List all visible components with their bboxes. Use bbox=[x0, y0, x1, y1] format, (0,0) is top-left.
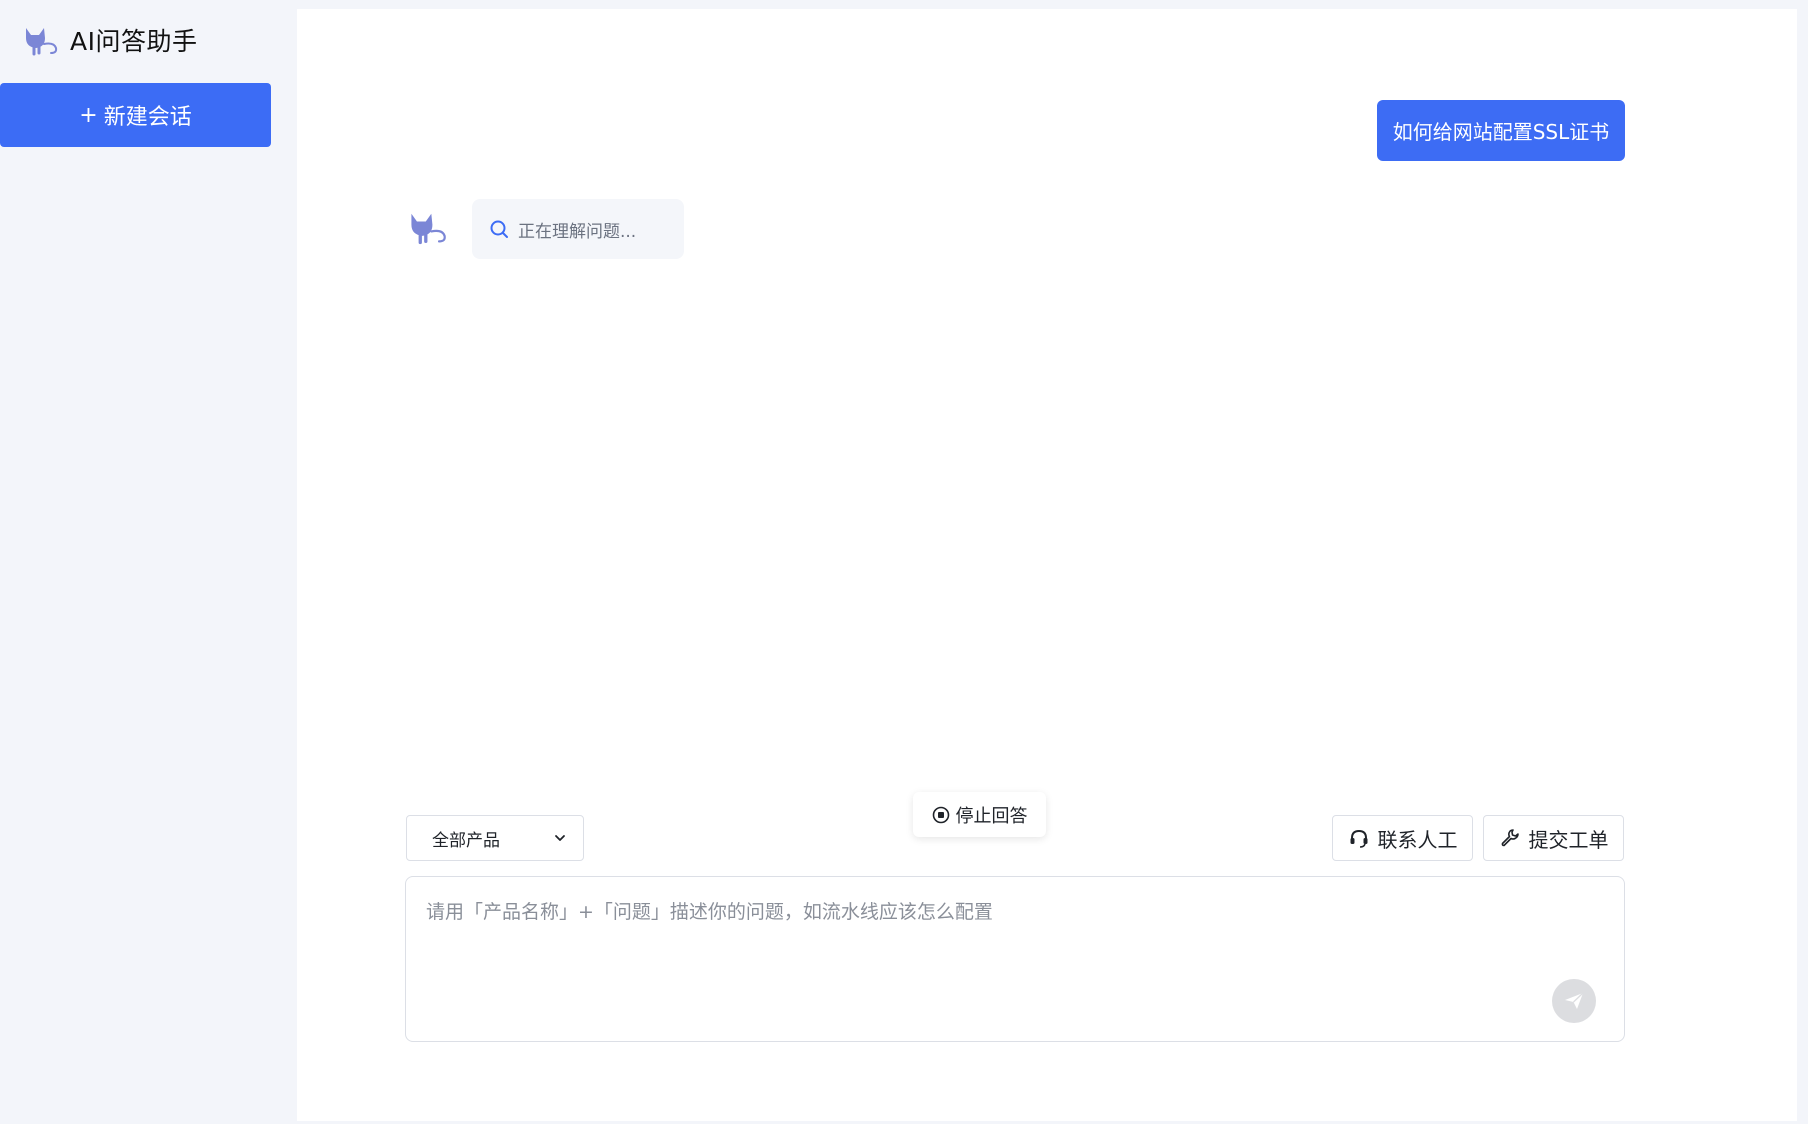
search-icon bbox=[490, 220, 508, 238]
headset-icon bbox=[1350, 829, 1367, 848]
question-input[interactable] bbox=[426, 897, 1596, 987]
plus-icon: + bbox=[79, 102, 98, 128]
question-input-box bbox=[405, 876, 1625, 1042]
app-root: AI问答助手 + 新建会话 如何给网站配置SSL证书 正在理解问题... 停止回… bbox=[0, 0, 1808, 1124]
contact-human-button[interactable]: 联系人工 bbox=[1332, 815, 1473, 861]
send-icon bbox=[1565, 992, 1584, 1009]
new-chat-button[interactable]: + 新建会话 bbox=[0, 83, 271, 147]
bot-status-text: 正在理解问题... bbox=[518, 221, 637, 242]
stop-answer-button[interactable]: 停止回答 bbox=[913, 792, 1046, 837]
cat-logo-icon bbox=[26, 28, 58, 56]
sidebar: AI问答助手 + 新建会话 bbox=[0, 0, 297, 1124]
submit-ticket-button[interactable]: 提交工单 bbox=[1483, 815, 1624, 861]
contact-human-label: 联系人工 bbox=[1377, 827, 1458, 852]
cat-avatar-icon bbox=[411, 213, 446, 245]
new-chat-label: 新建会话 bbox=[103, 105, 192, 130]
send-button[interactable] bbox=[1552, 979, 1596, 1023]
app-title: AI问答助手 bbox=[70, 27, 198, 56]
submit-ticket-label: 提交工单 bbox=[1528, 827, 1609, 852]
product-select[interactable]: 全部产品 bbox=[406, 815, 584, 861]
user-message-bubble: 如何给网站配置SSL证书 bbox=[1377, 100, 1625, 161]
stop-answer-label: 停止回答 bbox=[955, 805, 1028, 827]
bot-thinking-bubble: 正在理解问题... bbox=[472, 199, 684, 259]
chevron-down-icon bbox=[555, 835, 565, 841]
product-select-value: 全部产品 bbox=[432, 830, 500, 851]
brand: AI问答助手 bbox=[22, 20, 197, 60]
chat-panel: 如何给网站配置SSL证书 正在理解问题... 停止回答 全部产品 联系人工 提交… bbox=[297, 9, 1797, 1121]
wrench-icon bbox=[1501, 829, 1519, 847]
stop-circle-icon bbox=[932, 806, 949, 823]
